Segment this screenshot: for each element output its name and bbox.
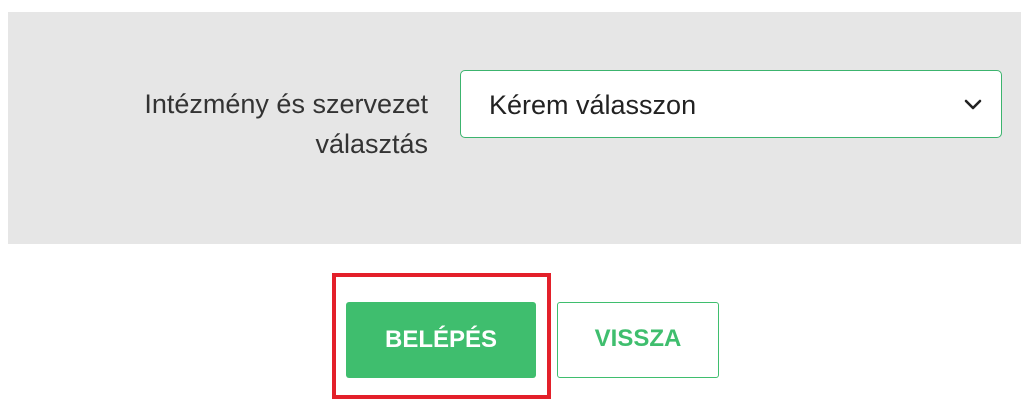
login-button[interactable]: BELÉPÉS bbox=[346, 302, 536, 378]
select-value: Kérem válasszon bbox=[489, 90, 697, 120]
institution-selection-panel: Intézmény és szervezet választás Kérem v… bbox=[8, 12, 1021, 244]
institution-select[interactable]: Kérem válasszon bbox=[460, 70, 1002, 138]
chevron-down-icon bbox=[964, 99, 982, 110]
label-line-2: választás bbox=[315, 129, 428, 159]
institution-field-label: Intézmény és szervezet választás bbox=[48, 84, 428, 164]
back-button[interactable]: VISSZA bbox=[557, 302, 719, 378]
label-line-1: Intézmény és szervezet bbox=[144, 89, 428, 119]
